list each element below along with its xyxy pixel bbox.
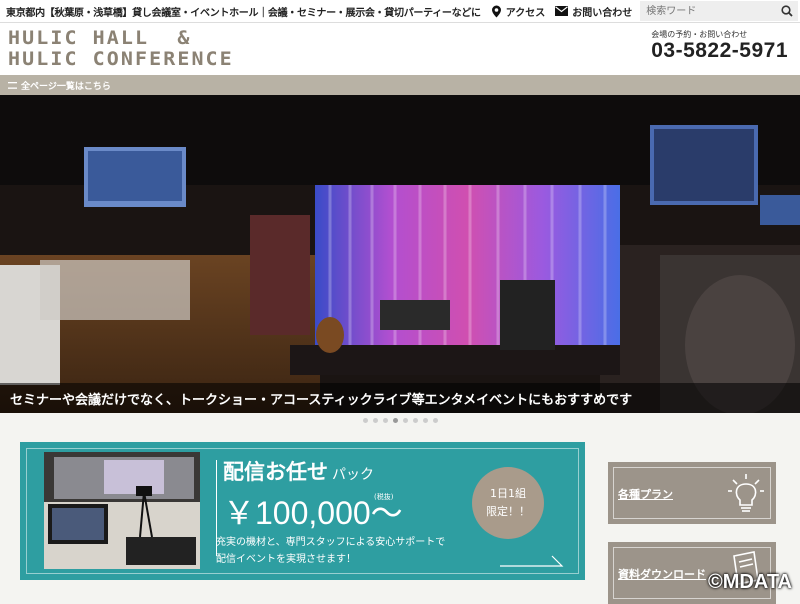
access-label: アクセス — [505, 7, 546, 19]
download-label: 資料ダウンロード — [618, 568, 706, 581]
contact-link[interactable]: お問い合わせ — [555, 4, 632, 19]
banner-tax-note: (税抜) — [374, 493, 394, 501]
hero-slider[interactable]: セミナーや会議だけでなく、トークショー・アコースティックライブ等エンタメイベント… — [0, 95, 800, 413]
hero-image — [0, 95, 800, 413]
plans-button[interactable]: 各種プラン — [608, 462, 776, 524]
phone-number[interactable]: 03-5822-5971 — [651, 40, 788, 62]
plans-label: 各種プラン — [618, 488, 673, 501]
access-link[interactable]: アクセス — [491, 4, 546, 19]
lightbulb-icon — [728, 474, 764, 512]
slider-dot-active[interactable] — [392, 418, 398, 423]
slider-dot[interactable] — [432, 418, 438, 423]
search-input[interactable] — [640, 4, 775, 18]
limited-badge: 1日1組 限定！！ — [472, 467, 544, 539]
watermark: ©MDATA — [708, 571, 792, 593]
slider-dot[interactable] — [382, 418, 388, 423]
logo-line-1: HULIC HALL & — [8, 27, 192, 49]
badge-line-1: 1日1組 — [490, 487, 526, 500]
banner-photo — [44, 452, 200, 569]
banner-title-suffix: パック — [332, 467, 374, 483]
hero-caption: セミナーや会議だけでなく、トークショー・アコースティックライブ等エンタメイベント… — [0, 383, 800, 413]
arrow-right-icon — [500, 555, 564, 567]
site-header: HULIC HALL & HULIC CONFERENCE 会場の予約・お問い合… — [0, 23, 800, 75]
streaming-pack-banner[interactable]: 配信お任せ パック ￥100,000～ (税抜) 充実の機材と、専門スタッフによる… — [20, 442, 585, 580]
hero-caption-text: セミナーや会議だけでなく、トークショー・アコースティックライブ等エンタメイベント… — [10, 392, 633, 408]
menu-icon — [8, 81, 17, 89]
contact-label: お問い合わせ — [572, 7, 633, 19]
nav-bar: 全ページ一覧はこちら — [0, 75, 800, 95]
search-icon — [780, 5, 793, 17]
all-pages-label: 全ページ一覧はこちら — [21, 81, 111, 92]
slider-dot[interactable] — [402, 418, 408, 423]
banner-desc-line-2: 配信イベントを実現させます！ — [216, 554, 356, 565]
header-contact: 会場の予約・お問い合わせ 03-5822-5971 — [651, 29, 788, 62]
map-pin-icon — [491, 5, 501, 17]
slider-dot[interactable] — [422, 418, 428, 423]
top-bar: 東京都内【秋葉原・浅草橋】貸し会議室・イベントホール｜会議・セミナー・展示会・貸… — [0, 0, 800, 23]
site-logo[interactable]: HULIC HALL & HULIC CONFERENCE — [8, 28, 308, 70]
search-button[interactable] — [775, 5, 798, 17]
slider-dot[interactable] — [372, 418, 378, 423]
slider-dot[interactable] — [412, 418, 418, 423]
badge-line-2: 限定！！ — [486, 505, 530, 518]
streaming-equipment-image — [44, 452, 200, 569]
logo-line-2: HULIC CONFERENCE — [8, 48, 234, 70]
all-pages-link[interactable]: 全ページ一覧はこちら — [0, 79, 111, 92]
mail-icon — [555, 6, 569, 16]
banner-title-main: 配信お任せ — [223, 460, 328, 484]
banner-desc-line-1: 充実の機材と、専門スタッフによる安心サポートで — [216, 537, 446, 548]
search-box — [640, 1, 799, 21]
banner-description: 充実の機材と、専門スタッフによる安心サポートで 配信イベントを実現させます！ — [216, 534, 496, 568]
banner-title: 配信お任せ パック — [223, 456, 374, 486]
site-tagline: 東京都内【秋葉原・浅草橋】貸し会議室・イベントホール｜会議・セミナー・展示会・貸… — [6, 7, 481, 19]
slider-dot[interactable] — [362, 418, 368, 423]
slider-dots — [0, 418, 800, 423]
